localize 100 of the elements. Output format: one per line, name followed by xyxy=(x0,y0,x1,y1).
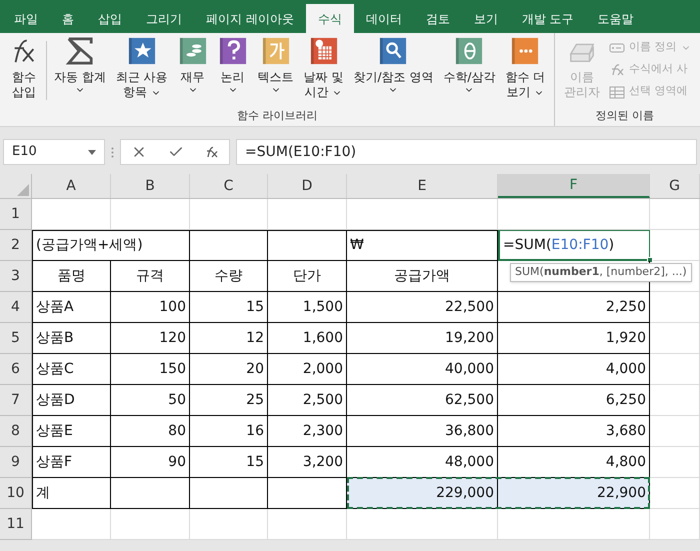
ribbon-tab[interactable]: 도움말 xyxy=(586,4,646,33)
cell-value: 19,200 xyxy=(445,328,494,348)
cell-value: 4,000 xyxy=(606,360,646,378)
row-header[interactable]: 3 xyxy=(0,261,32,292)
row-header[interactable]: 7 xyxy=(0,385,32,416)
cell-value: 229,000 xyxy=(436,484,494,502)
cell-value: 1,600 xyxy=(302,328,343,348)
ribbon-tab[interactable]: 페이지 레이아웃 xyxy=(194,4,306,33)
column-header[interactable]: A xyxy=(32,174,111,198)
coins-book-icon xyxy=(178,37,208,65)
cell-value: 4,800 xyxy=(606,452,646,472)
column-header[interactable]: C xyxy=(190,174,268,198)
column-header[interactable]: D xyxy=(268,174,347,198)
ribbon-tab[interactable]: 삽입 xyxy=(86,4,134,33)
ribbon-tab[interactable]: 개발 도구 xyxy=(510,4,586,33)
cell-value: 16 xyxy=(246,422,264,440)
ribbon-tab[interactable]: 파일 xyxy=(2,4,50,33)
row-header[interactable]: 11 xyxy=(0,509,32,540)
function-icon xyxy=(609,62,626,76)
cell-value: 3,680 xyxy=(606,422,646,440)
cell-value: 22,500 xyxy=(445,298,494,316)
ribbon-tab[interactable]: 그리기 xyxy=(134,4,194,33)
ribbon-tab[interactable]: 수식 xyxy=(306,4,354,33)
ribbon-button[interactable]: 텍스트 xyxy=(252,33,299,108)
insert-function-icon[interactable] xyxy=(204,146,219,158)
cell-text: 상품B xyxy=(36,328,74,348)
cell-value: 150 xyxy=(159,360,186,378)
ribbon-button[interactable]: 최근 사용 항목 xyxy=(110,33,173,108)
row-header[interactable]: 9 xyxy=(0,447,32,478)
row-header[interactable]: 4 xyxy=(0,292,32,323)
ribbon-button[interactable]: 찾기/참조 영역 xyxy=(348,33,438,108)
cell-value: 48,000 xyxy=(445,452,494,472)
ribbon-tab[interactable]: 홈 xyxy=(50,4,86,33)
ribbon-button[interactable]: 재무 xyxy=(172,33,213,108)
dots-book-icon xyxy=(510,37,540,65)
calendar-book-icon xyxy=(308,37,339,65)
empty-cell[interactable] xyxy=(190,478,268,509)
row-header[interactable]: 10 xyxy=(0,478,32,509)
ribbon-tab[interactable]: 검토 xyxy=(414,4,462,33)
column-title: 단가 xyxy=(293,266,321,286)
cell-value: 3,200 xyxy=(302,452,343,472)
ribbon-button[interactable]: 논리 xyxy=(212,33,253,108)
magnifier-book-icon xyxy=(378,37,408,65)
row-header[interactable]: 8 xyxy=(0,416,32,447)
cell-text: (공급가액+세액) xyxy=(36,236,143,255)
ribbon-button[interactable]: 날짜 및 시간 xyxy=(298,33,348,108)
cell-value: 6,250 xyxy=(606,390,646,410)
cell-value: 80 xyxy=(168,422,186,440)
name-box[interactable]: E10 xyxy=(3,139,105,165)
empty-cell[interactable] xyxy=(111,478,190,509)
row-header[interactable]: 2 xyxy=(0,230,32,261)
cell-value: 20 xyxy=(246,360,264,378)
cell-value: 1,920 xyxy=(606,328,646,348)
cell-text: 상품C xyxy=(36,360,74,378)
row-header[interactable]: 1 xyxy=(0,199,32,230)
text-book-icon xyxy=(260,37,291,65)
column-header[interactable]: F xyxy=(498,174,650,198)
cell-text: ₩ xyxy=(350,236,364,255)
fill-handle[interactable] xyxy=(647,257,653,263)
cell-value: 100 xyxy=(159,298,186,316)
cell-value: 2,000 xyxy=(302,360,343,378)
cell-text: 상품A xyxy=(36,298,74,316)
empty-cell[interactable] xyxy=(268,230,347,261)
column-header[interactable]: B xyxy=(111,174,190,198)
cell-value: 50 xyxy=(168,390,186,410)
column-title: 공급가액 xyxy=(394,266,450,286)
empty-cell[interactable] xyxy=(190,230,268,261)
dropdown-arrow-icon xyxy=(88,150,96,154)
column-title: 품명 xyxy=(58,266,86,286)
group-label: 함수 라이브러리 xyxy=(236,108,318,124)
ribbon-button[interactable]: 함수 더 보기 xyxy=(500,33,550,108)
grip-icon xyxy=(111,146,114,158)
cell-value: 62,500 xyxy=(445,390,494,410)
row-header[interactable]: 5 xyxy=(0,323,32,354)
cell-value: 12 xyxy=(246,328,264,348)
column-title: 규격 xyxy=(136,266,164,286)
ribbon-tab[interactable]: 데이터 xyxy=(354,4,414,33)
cell-text: 상품E xyxy=(36,422,73,440)
cell-value: 40,000 xyxy=(445,360,494,378)
cell-value: 22,900 xyxy=(597,484,646,502)
row-header[interactable]: 6 xyxy=(0,354,32,385)
cell-value: 36,800 xyxy=(445,422,494,440)
ribbon-tab[interactable]: 보기 xyxy=(462,4,510,33)
ribbon-button[interactable]: 자동 합계 xyxy=(49,33,111,108)
ribbon-button[interactable]: 함수 삽입 xyxy=(4,33,44,108)
cell-text: 상품D xyxy=(36,390,75,410)
star-book-icon xyxy=(126,37,157,65)
ribbon-button[interactable]: 수학/삼각 xyxy=(438,33,500,108)
cell-value: 2,500 xyxy=(302,390,343,410)
cell-value: 1,500 xyxy=(302,298,343,316)
table-icon xyxy=(609,84,626,98)
cell-value: 90 xyxy=(168,452,186,472)
cell-value: 15 xyxy=(246,452,264,472)
column-header[interactable]: G xyxy=(650,174,700,198)
theta-book-icon xyxy=(454,37,484,65)
cell-text: 계 xyxy=(36,484,50,502)
cell-value: 2,300 xyxy=(302,422,343,440)
formula-input[interactable]: =SUM(E10:F10) xyxy=(236,139,697,165)
cell-value: 25 xyxy=(246,390,264,410)
function-tooltip: SUM(number1, [number2], ...) xyxy=(510,263,692,282)
